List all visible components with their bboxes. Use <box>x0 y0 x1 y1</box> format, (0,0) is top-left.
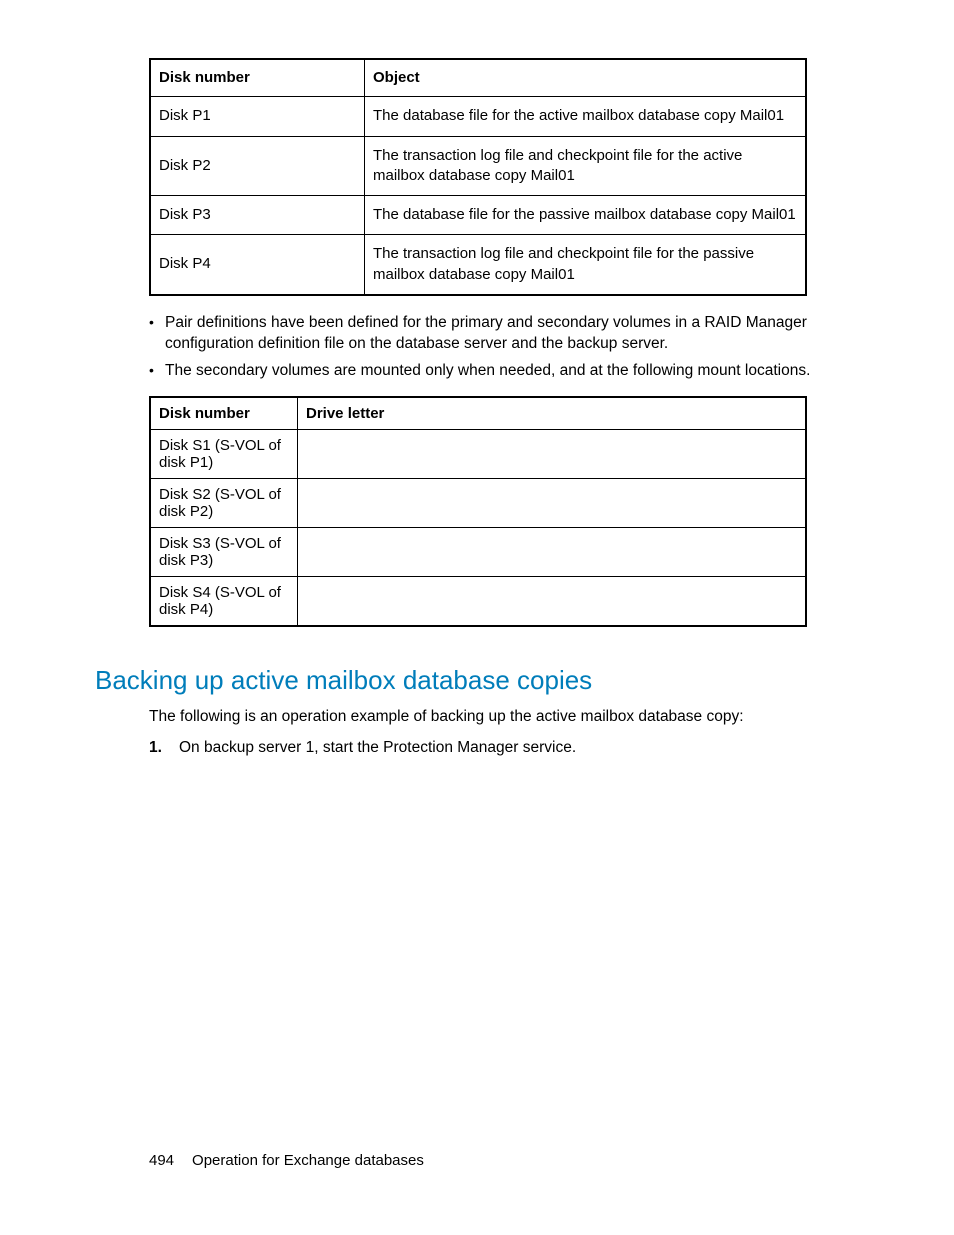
cell: The database file for the passive mailbo… <box>365 196 807 235</box>
table-row: Disk S1 (S-VOL of disk P1) <box>150 429 806 478</box>
disk-object-table: Disk number Object Disk P1 The database … <box>149 58 807 296</box>
cell: Disk P2 <box>150 136 365 196</box>
chapter-title: Operation for Exchange databases <box>192 1152 424 1169</box>
list-item: Pair definitions have been defined for t… <box>149 313 834 355</box>
cell: The transaction log file and checkpoint … <box>365 136 807 196</box>
section-intro: The following is an operation example of… <box>149 706 834 728</box>
list-item: The secondary volumes are mounted only w… <box>149 361 834 382</box>
steps-list: On backup server 1, start the Protection… <box>149 737 834 759</box>
cell <box>298 429 807 478</box>
step-item: On backup server 1, start the Protection… <box>149 737 834 759</box>
cell <box>298 576 807 626</box>
cell: Disk P3 <box>150 196 365 235</box>
table2-header-drive: Drive letter <box>298 397 807 430</box>
table-row: Disk P4 The transaction log file and che… <box>150 235 806 295</box>
disk-drive-table: Disk number Drive letter Disk S1 (S-VOL … <box>149 396 807 627</box>
page-footer: 494 Operation for Exchange databases <box>149 1152 424 1169</box>
cell: The transaction log file and checkpoint … <box>365 235 807 295</box>
cell: Disk S3 (S-VOL of disk P3) <box>150 527 298 576</box>
cell: Disk S2 (S-VOL of disk P2) <box>150 478 298 527</box>
table-row: Disk S2 (S-VOL of disk P2) <box>150 478 806 527</box>
table2-header-disk: Disk number <box>150 397 298 430</box>
cell <box>298 527 807 576</box>
cell: Disk P4 <box>150 235 365 295</box>
cell: The database file for the active mailbox… <box>365 97 807 136</box>
table1-header-object: Object <box>365 59 807 97</box>
table-row: Disk P3 The database file for the passiv… <box>150 196 806 235</box>
bullet-list: Pair definitions have been defined for t… <box>149 313 834 382</box>
cell: Disk P1 <box>150 97 365 136</box>
table-row: Disk P1 The database file for the active… <box>150 97 806 136</box>
page-number: 494 <box>149 1152 174 1169</box>
cell: Disk S4 (S-VOL of disk P4) <box>150 576 298 626</box>
cell <box>298 478 807 527</box>
table1-header-disk: Disk number <box>150 59 365 97</box>
section-heading: Backing up active mailbox database copie… <box>95 665 954 696</box>
table-row: Disk S4 (S-VOL of disk P4) <box>150 576 806 626</box>
cell: Disk S1 (S-VOL of disk P1) <box>150 429 298 478</box>
table-row: Disk P2 The transaction log file and che… <box>150 136 806 196</box>
table-row: Disk S3 (S-VOL of disk P3) <box>150 527 806 576</box>
